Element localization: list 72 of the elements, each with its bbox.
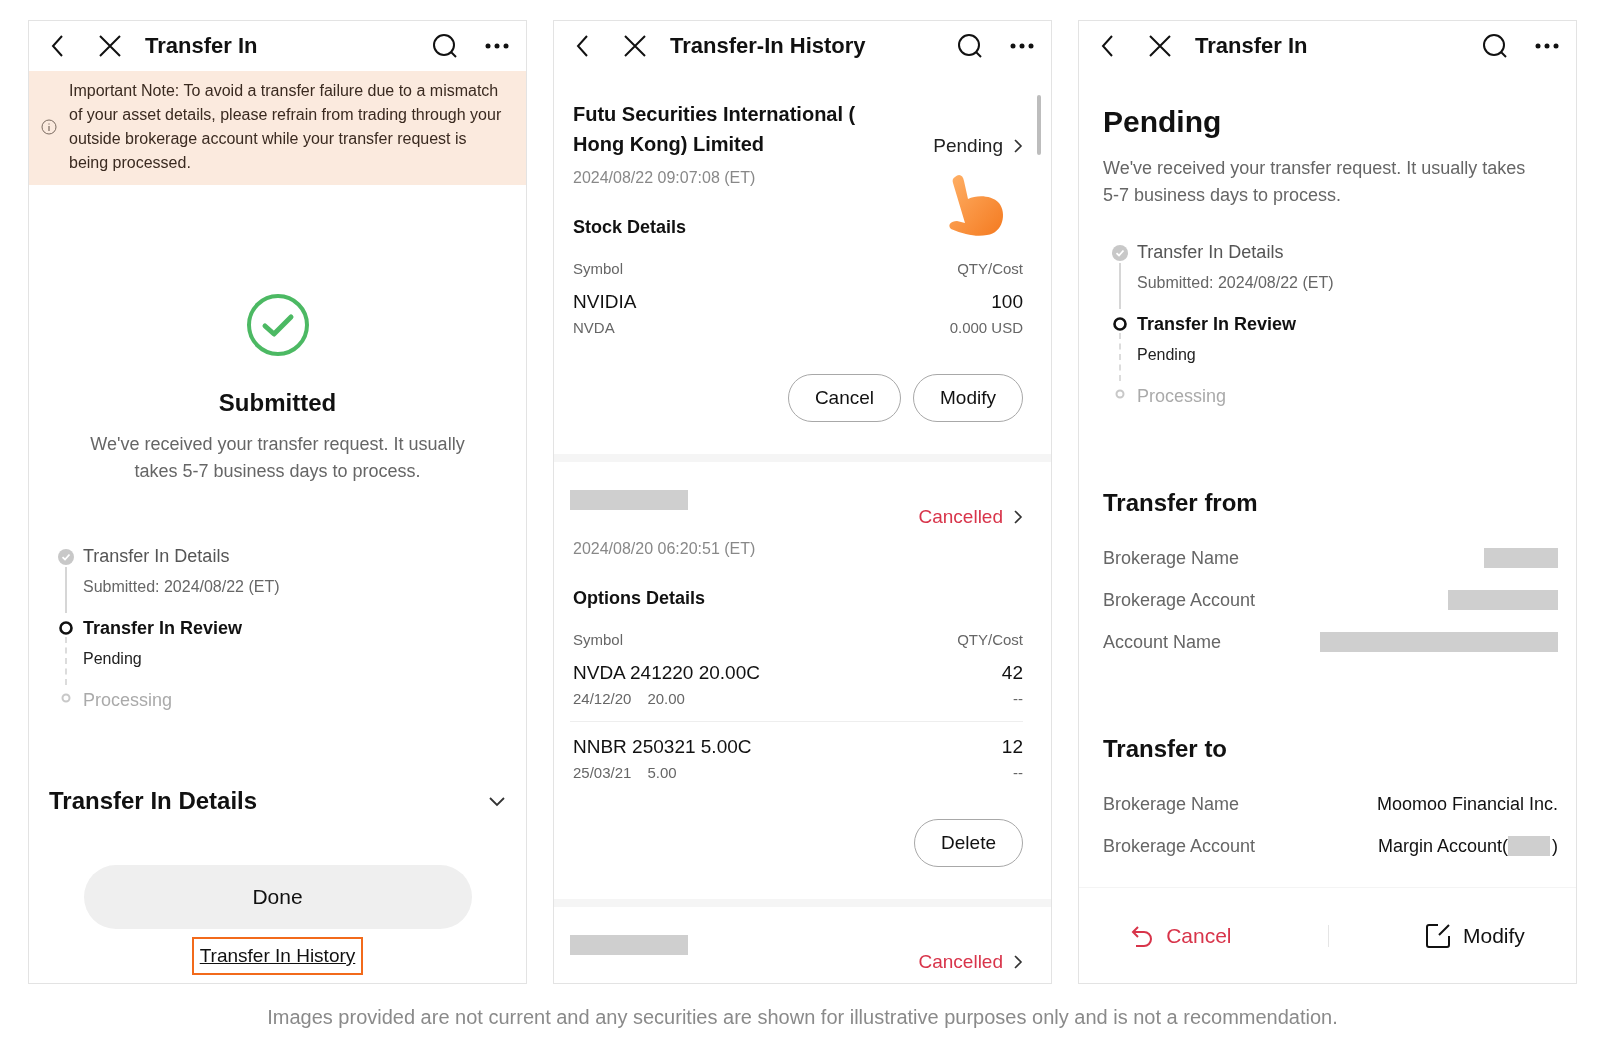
section-title: Options Details (572, 588, 707, 609)
cost: 0.000 USD (949, 319, 1023, 336)
chevron-icon (488, 795, 506, 807)
action-button[interactable]: Delete (914, 819, 1023, 867)
field-label: Brokerage Name (1103, 793, 1240, 815)
edit-icon (1425, 922, 1451, 949)
step-detail: Submitted: 2024/08/22 (ET) (1137, 273, 1335, 293)
chevron-right-icon (1013, 954, 1023, 970)
info-icon (41, 119, 57, 135)
symbol-name: NVIDIA (573, 291, 637, 313)
field-label: Account Name (1103, 631, 1222, 653)
symbol-name: NVDA 241220 20.00C (573, 662, 760, 684)
history-link[interactable]: Transfer In History (191, 937, 364, 975)
status-link[interactable]: Cancelled (918, 506, 1023, 528)
column-header: QTY/Cost (957, 631, 1023, 648)
disclaimer-caption: Images provided are not current and any securities are shown for illustrative purposes only and is not a recommendation. (267, 1006, 1338, 1029)
status-link[interactable]: Cancelled (918, 951, 1023, 973)
record-time: 2024/08/20 06:20:51 (ET) (572, 540, 757, 558)
step-title: Transfer In Review (83, 617, 244, 640)
field-value: ) (1552, 835, 1558, 857)
chevron-right-icon (1013, 138, 1023, 154)
section-title: Transfer to (1103, 735, 1229, 763)
field-label: Brokerage Account (1103, 589, 1256, 611)
symbol-detail: 24/12/20 (573, 690, 632, 707)
column-header: Symbol (573, 631, 624, 648)
screen-title: Transfer In (1195, 33, 1309, 59)
step-detail: Submitted: 2024/08/22 (ET) (83, 577, 281, 597)
action-button[interactable]: Cancel (787, 374, 902, 422)
field-value: Moomoo Financial Inc. (1376, 793, 1558, 815)
symbol-detail: 25/03/21 (573, 764, 632, 781)
notice-text: Important Note: To avoid a transfer failure due to a mismatch of your asset details, please refrain from trading through your outside brokerage account while your transfer request is being processed. (69, 81, 503, 173)
status-title: Submitted (218, 389, 337, 417)
done-button[interactable]: Done (83, 865, 472, 929)
step-title: Transfer In Review (1137, 313, 1298, 336)
symbol-detail: 5.00 (647, 764, 677, 781)
scrollbar[interactable] (1037, 95, 1041, 155)
screen-title: Transfer-In History (670, 33, 867, 59)
column-header: Symbol (573, 260, 624, 277)
cost: -- (1013, 690, 1023, 707)
success-check-icon (245, 293, 310, 357)
status-link[interactable]: Pending (933, 135, 1023, 157)
symbol-detail: NVDA (573, 319, 615, 336)
status-message: We've received your transfer request. It usually takes 5-7 business days to process. (89, 433, 466, 483)
step-detail: Pending (83, 649, 143, 669)
chevron-right-icon (1013, 509, 1023, 525)
step-detail: Pending (1137, 345, 1197, 365)
undo-icon (1130, 923, 1155, 948)
quantity: 12 (1001, 736, 1023, 758)
status-title: Pending (1103, 105, 1223, 139)
modify-button[interactable]: Modify (1419, 921, 1531, 950)
status-message: We've received your transfer request. It usually takes 5-7 business days to process. (1103, 157, 1527, 207)
step-title: Transfer In Details (1137, 241, 1285, 264)
cancel-button[interactable]: Cancel (1124, 922, 1238, 949)
field-label: Brokerage Name (1103, 547, 1240, 569)
field-label: Brokerage Account (1103, 835, 1256, 857)
step-title: Processing (1137, 385, 1228, 408)
action-button[interactable]: Modify (913, 374, 1023, 422)
quantity: 42 (1001, 662, 1023, 684)
column-header: QTY/Cost (957, 260, 1023, 277)
step-title: Transfer In Details (83, 545, 231, 568)
symbol-name: NNBR 250321 5.00C (573, 736, 752, 758)
details-section-toggle[interactable]: Transfer In Details (49, 787, 506, 815)
section-title: Stock Details (572, 217, 688, 238)
broker-name: Futu Securities International ( Hong Kong) Limited (573, 102, 857, 157)
record-time: 2024/08/22 09:07:08 (ET) (572, 169, 757, 187)
quantity: 100 (991, 291, 1023, 313)
symbol-detail: 20.00 (647, 690, 685, 707)
field-value: Margin Account( (1377, 835, 1508, 857)
screen-title: Transfer In (145, 33, 259, 59)
section-title: Transfer from (1103, 489, 1259, 517)
step-title: Processing (83, 689, 174, 712)
cost: -- (1013, 764, 1023, 781)
